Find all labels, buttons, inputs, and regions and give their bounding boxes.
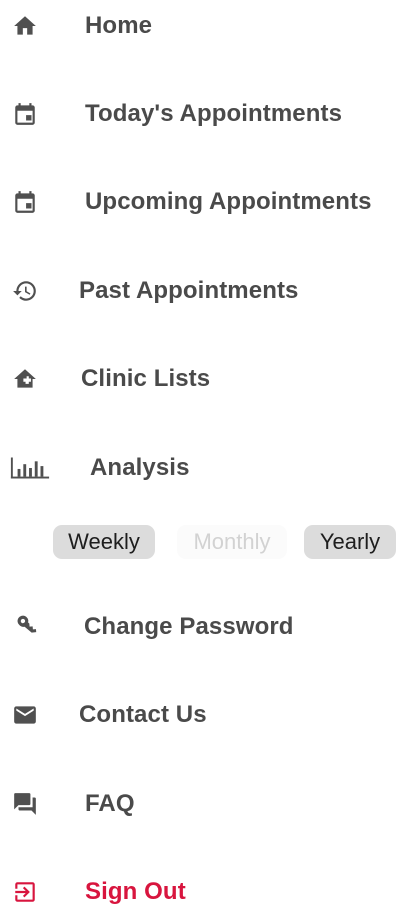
logout-icon bbox=[10, 877, 40, 907]
menu-item-clinic-lists[interactable]: Clinic Lists bbox=[0, 349, 401, 409]
period-yearly-button[interactable]: Yearly bbox=[304, 525, 396, 559]
menu-item-label: Today's Appointments bbox=[85, 100, 343, 127]
history-icon bbox=[10, 276, 40, 306]
period-monthly-button[interactable]: Monthly bbox=[177, 525, 287, 559]
menu-item-sign-out[interactable]: Sign Out bbox=[0, 862, 401, 922]
key-icon bbox=[10, 612, 40, 642]
bar-chart-icon bbox=[8, 453, 52, 483]
calendar-upcoming-icon bbox=[10, 187, 40, 217]
menu-item-label: Past Appointments bbox=[79, 277, 299, 304]
menu-item-faq[interactable]: FAQ bbox=[0, 774, 401, 834]
clinic-icon bbox=[10, 364, 40, 394]
menu-item-home[interactable]: Home bbox=[0, 0, 401, 56]
menu-item-label: FAQ bbox=[85, 790, 135, 817]
menu-item-analysis[interactable]: Analysis bbox=[0, 438, 401, 498]
menu-item-upcoming-appointments[interactable]: Upcoming Appointments bbox=[0, 172, 401, 232]
home-icon bbox=[10, 11, 40, 41]
menu-item-label: Home bbox=[85, 12, 153, 39]
chat-icon bbox=[10, 789, 40, 819]
menu-item-label: Change Password bbox=[84, 613, 294, 640]
menu-item-label: Analysis bbox=[90, 454, 190, 481]
calendar-today-icon bbox=[10, 99, 40, 129]
menu-item-past-appointments[interactable]: Past Appointments bbox=[0, 261, 401, 321]
menu-item-label: Contact Us bbox=[79, 701, 207, 728]
menu-item-label: Clinic Lists bbox=[81, 365, 211, 392]
mail-icon bbox=[10, 700, 40, 730]
menu-item-contact-us[interactable]: Contact Us bbox=[0, 685, 401, 745]
period-weekly-button[interactable]: Weekly bbox=[53, 525, 155, 559]
menu-item-label: Sign Out bbox=[85, 878, 186, 905]
menu-item-label: Upcoming Appointments bbox=[85, 188, 372, 215]
menu-item-todays-appointments[interactable]: Today's Appointments bbox=[0, 84, 401, 144]
analysis-period-selector: Weekly Monthly Yearly bbox=[0, 525, 401, 561]
menu-item-change-password[interactable]: Change Password bbox=[0, 597, 401, 657]
